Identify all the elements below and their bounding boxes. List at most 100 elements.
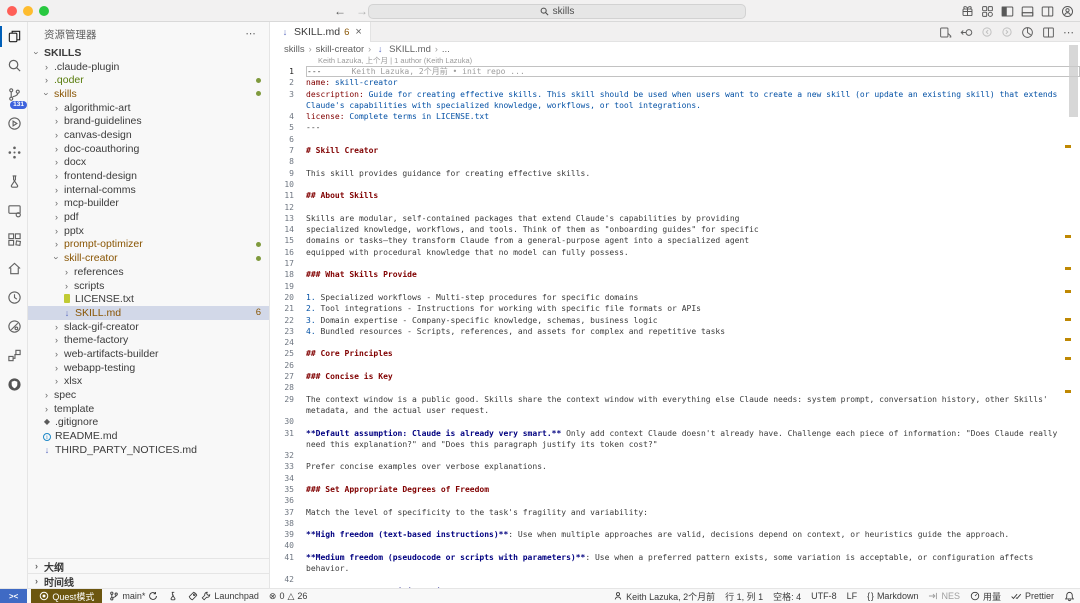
nav-forward-icon[interactable]: → bbox=[356, 4, 368, 18]
tree-item-frontend-design[interactable]: › frontend-design bbox=[28, 169, 269, 183]
tree-item-doc-coauthoring[interactable]: › doc-coauthoring bbox=[28, 142, 269, 156]
timeline-section[interactable]: › 时间线 bbox=[28, 573, 269, 589]
tree-item-canvas-design[interactable]: › canvas-design bbox=[28, 128, 269, 142]
code-line-36[interactable]: 36 bbox=[270, 495, 1080, 506]
code-line-2[interactable]: 2 name: skill-creator bbox=[270, 77, 1080, 88]
code-line-16[interactable]: 16 equipped with procedural knowledge tha… bbox=[270, 247, 1080, 258]
breadcrumb-item[interactable]: SKILL.md bbox=[389, 44, 431, 55]
extensions-icon[interactable] bbox=[0, 225, 28, 254]
code-line-10[interactable]: 10 bbox=[270, 179, 1080, 190]
code-line-20[interactable]: 20 1. Specialized workflows - Multi-step … bbox=[270, 292, 1080, 303]
panel-bottom-icon[interactable] bbox=[1021, 5, 1034, 18]
close-tab-icon[interactable]: × bbox=[355, 26, 361, 38]
tree-item-xlsx[interactable]: › xlsx bbox=[28, 375, 269, 389]
code-line-30[interactable]: 30 bbox=[270, 416, 1080, 427]
problems-item[interactable]: ⊗ 0 △ 26 bbox=[264, 589, 313, 603]
sidebar-more-icon[interactable]: ⋯ bbox=[246, 28, 258, 40]
code-line-8[interactable]: 8 bbox=[270, 156, 1080, 167]
outline-section[interactable]: › 大纲 bbox=[28, 558, 269, 574]
code-line-26[interactable]: 26 bbox=[270, 360, 1080, 371]
open-changes-icon[interactable] bbox=[960, 26, 973, 39]
tree-item-docx[interactable]: › docx bbox=[28, 156, 269, 170]
editor-scrollbar[interactable] bbox=[1069, 45, 1078, 117]
code-line-39[interactable]: 39 **High freedom (text-based instruction… bbox=[270, 529, 1080, 540]
code-line-32[interactable]: 32 bbox=[270, 450, 1080, 461]
code-line-4[interactable]: 4 license: Complete terms in LICENSE.txt bbox=[270, 111, 1080, 122]
tree-item-.gitignore[interactable]: ◆ .gitignore bbox=[28, 416, 269, 430]
tree-item-web-artifacts-builder[interactable]: › web-artifacts-builder bbox=[28, 347, 269, 361]
tree-item-third_party_notices.md[interactable]: ↓ THIRD_PARTY_NOTICES.md bbox=[28, 443, 269, 457]
tree-item-readme.md[interactable]: i README.md bbox=[28, 429, 269, 443]
code-line-27[interactable]: 27 ### Concise is Key bbox=[270, 371, 1080, 382]
nav-back-icon[interactable]: ← bbox=[334, 4, 346, 18]
code-line-35[interactable]: 35 ### Set Appropriate Degrees of Freedom bbox=[270, 484, 1080, 495]
status-extension-item[interactable] bbox=[163, 589, 183, 603]
tree-item-webapp-testing[interactable]: › webapp-testing bbox=[28, 361, 269, 375]
code-line-19[interactable]: 19 bbox=[270, 281, 1080, 292]
launchpad-item[interactable]: Launchpad bbox=[183, 589, 264, 603]
panel-left-icon[interactable] bbox=[1001, 5, 1014, 18]
search-icon[interactable] bbox=[0, 51, 28, 80]
linked-editors-icon[interactable] bbox=[0, 341, 28, 370]
git-branch-item[interactable]: main* bbox=[104, 589, 163, 603]
tree-item-brand-guidelines[interactable]: › brand-guidelines bbox=[28, 114, 269, 128]
tree-item-spec[interactable]: › spec bbox=[28, 388, 269, 402]
maximize-window-button[interactable] bbox=[39, 5, 49, 16]
run-debug-icon[interactable] bbox=[0, 109, 28, 138]
code-line-34[interactable]: 34 bbox=[270, 473, 1080, 484]
clock-icon[interactable] bbox=[0, 283, 28, 312]
code-line-24[interactable]: 24 bbox=[270, 337, 1080, 348]
breadcrumb-item[interactable]: skills bbox=[284, 44, 305, 55]
tree-item-.claude-plugin[interactable]: › .claude-plugin bbox=[28, 60, 269, 74]
breadcrumb-item[interactable]: ... bbox=[442, 44, 450, 55]
gitlens-icon[interactable] bbox=[0, 312, 28, 341]
code-line-40[interactable]: 40 bbox=[270, 540, 1080, 551]
remote-explorer-icon[interactable] bbox=[0, 196, 28, 225]
close-window-button[interactable] bbox=[7, 5, 17, 16]
tree-item-scripts[interactable]: › scripts bbox=[28, 279, 269, 293]
code-line-3[interactable]: 3 description: Guide for creating effecti… bbox=[270, 89, 1080, 112]
eol-item[interactable]: LF bbox=[842, 589, 863, 603]
source-control-icon[interactable]: 131 bbox=[0, 80, 28, 109]
code-line-38[interactable]: 38 bbox=[270, 518, 1080, 529]
tree-item-.qoder[interactable]: › .qoder bbox=[28, 73, 269, 87]
code-editor[interactable]: Keith Lazuka, 上个月 | 1 author (Keith Lazu… bbox=[270, 56, 1080, 588]
layout-icon[interactable] bbox=[981, 5, 994, 18]
account-icon[interactable] bbox=[1061, 5, 1074, 18]
code-line-42[interactable]: 42 bbox=[270, 574, 1080, 585]
tree-item-skills[interactable]: › SKILLS bbox=[28, 46, 269, 60]
code-line-23[interactable]: 23 4. Bundled resources - Scripts, refere… bbox=[270, 326, 1080, 337]
code-line-1[interactable]: 1 --- Keith Lazuka, 2个月前 • init repo ... bbox=[270, 66, 1080, 78]
tree-item-prompt-optimizer[interactable]: › prompt-optimizer bbox=[28, 238, 269, 252]
code-line-12[interactable]: 12 bbox=[270, 202, 1080, 213]
tree-item-skill-creator[interactable]: › skill-creator bbox=[28, 251, 269, 265]
code-line-33[interactable]: 33 Prefer concise examples over verbose e… bbox=[270, 461, 1080, 472]
nes-item[interactable]: NES bbox=[923, 589, 965, 603]
box-icon[interactable] bbox=[961, 5, 974, 18]
more-actions-icon[interactable]: ⋯ bbox=[1063, 26, 1074, 39]
code-line-41[interactable]: 41 **Medium freedom (pseudocode or script… bbox=[270, 552, 1080, 575]
breadcrumb-item[interactable]: skill-creator bbox=[316, 44, 365, 55]
tree-item-references[interactable]: › references bbox=[28, 265, 269, 279]
command-center-search[interactable]: skills bbox=[368, 3, 746, 19]
tree-item-internal-comms[interactable]: › internal-comms bbox=[28, 183, 269, 197]
code-line-18[interactable]: 18 ### What Skills Provide bbox=[270, 269, 1080, 280]
tree-item-skills[interactable]: › skills bbox=[28, 87, 269, 101]
minimize-window-button[interactable] bbox=[23, 5, 33, 16]
tree-item-slack-gif-creator[interactable]: › slack-gif-creator bbox=[28, 320, 269, 334]
gitlens-authors-codelens[interactable]: Keith Lazuka, 上个月 | 1 author (Keith Lazu… bbox=[270, 56, 1080, 66]
indentation-item[interactable]: 空格: 4 bbox=[768, 589, 806, 603]
code-line-31[interactable]: 31 **Default assumption: Claude is alread… bbox=[270, 428, 1080, 451]
quest-mode-item[interactable]: Quest模式 bbox=[31, 588, 103, 603]
extensions-ai-icon[interactable] bbox=[0, 138, 28, 167]
code-line-5[interactable]: 5 --- bbox=[270, 122, 1080, 133]
notifications-item[interactable] bbox=[1059, 589, 1080, 603]
git-blame-item[interactable]: Keith Lazuka, 2个月前 bbox=[608, 589, 720, 603]
tree-item-template[interactable]: › template bbox=[28, 402, 269, 416]
gitlens-annotations-icon[interactable] bbox=[1021, 26, 1034, 39]
panel-right-icon[interactable] bbox=[1041, 5, 1054, 18]
sync-icon[interactable] bbox=[148, 591, 158, 601]
macos-window-controls[interactable] bbox=[7, 5, 49, 16]
code-line-9[interactable]: 9 This skill provides guidance for creati… bbox=[270, 168, 1080, 179]
tree-item-theme-factory[interactable]: › theme-factory bbox=[28, 333, 269, 347]
